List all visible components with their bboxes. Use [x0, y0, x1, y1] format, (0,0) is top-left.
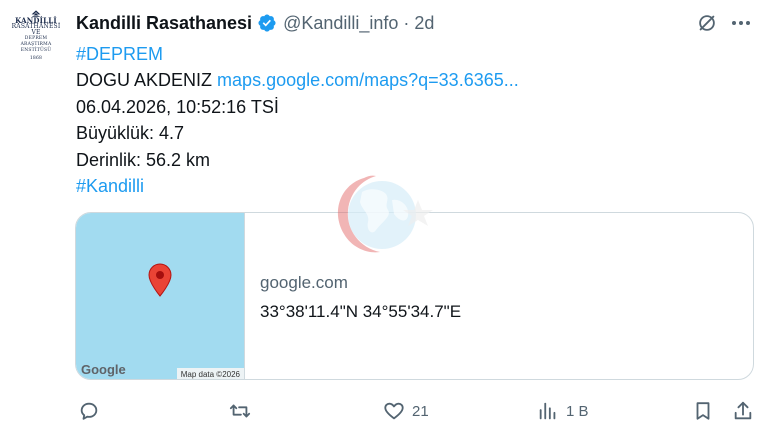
reply-button[interactable] [78, 400, 107, 422]
verified-icon[interactable] [257, 13, 277, 33]
share-icon [734, 401, 752, 420]
timestamp[interactable]: 2d [414, 13, 434, 34]
map-data-attribution: Map data ©2026 [176, 368, 244, 379]
grok-icon[interactable] [696, 12, 718, 39]
depth-text: Derinlik: 56.2 km [76, 149, 211, 170]
card-domain: google.com [260, 273, 348, 292]
avatar-line-4: ENSTİTÜSÜ [20, 48, 52, 53]
avatar-line-5: 1868 [29, 56, 43, 61]
like-icon [384, 402, 404, 420]
separator-dot: · [403, 12, 410, 33]
more-icon[interactable] [730, 14, 752, 37]
bookmark-icon [696, 402, 710, 420]
map-pin-icon [148, 263, 172, 297]
like-button[interactable]: 21 [383, 400, 429, 422]
avatar-line-2: RASATHANESİ VE [11, 23, 61, 36]
views-count: 1 B [566, 402, 589, 420]
location-text: DOGU AKDENIZ [76, 70, 213, 91]
hashtag-kandilli[interactable]: #Kandilli [76, 176, 144, 196]
views-button[interactable]: 1 B [537, 400, 589, 422]
repost-icon [229, 404, 251, 418]
google-logo: Google [81, 362, 126, 377]
share-button[interactable] [732, 400, 754, 422]
tweet-header: Kandilli Rasathanesi @Kandilli_info · 2d [76, 11, 434, 35]
card-title: 33°38'11.4"N 34°55'34.7"E [260, 302, 462, 321]
reply-icon [80, 402, 98, 420]
crescent-globe-watermark [337, 175, 433, 253]
hashtag-deprem[interactable]: #DEPREM [76, 44, 163, 64]
avatar[interactable]: KANDİLLİ RASATHANESİ VE DEPREM ARAŞTIRMA… [10, 10, 62, 62]
maps-link[interactable]: maps.google.com/maps?q=33.6365... [217, 70, 519, 90]
author-name[interactable]: Kandilli Rasathanesi [76, 13, 252, 34]
map-thumbnail[interactable]: Google Map data ©2026 [76, 213, 245, 379]
datetime-text: 06.04.2026, 10:52:16 TSİ [76, 96, 279, 117]
action-bar: 21 1 B [76, 396, 756, 426]
magnitude-text: Büyüklük: 4.7 [76, 123, 185, 144]
author-handle[interactable]: @Kandilli_info [283, 13, 398, 34]
repost-button[interactable] [229, 400, 258, 422]
avatar-line-3: DEPREM ARAŞTIRMA [20, 36, 52, 47]
views-icon [539, 402, 556, 420]
bookmark-button[interactable] [692, 400, 714, 422]
like-count: 21 [412, 402, 429, 420]
